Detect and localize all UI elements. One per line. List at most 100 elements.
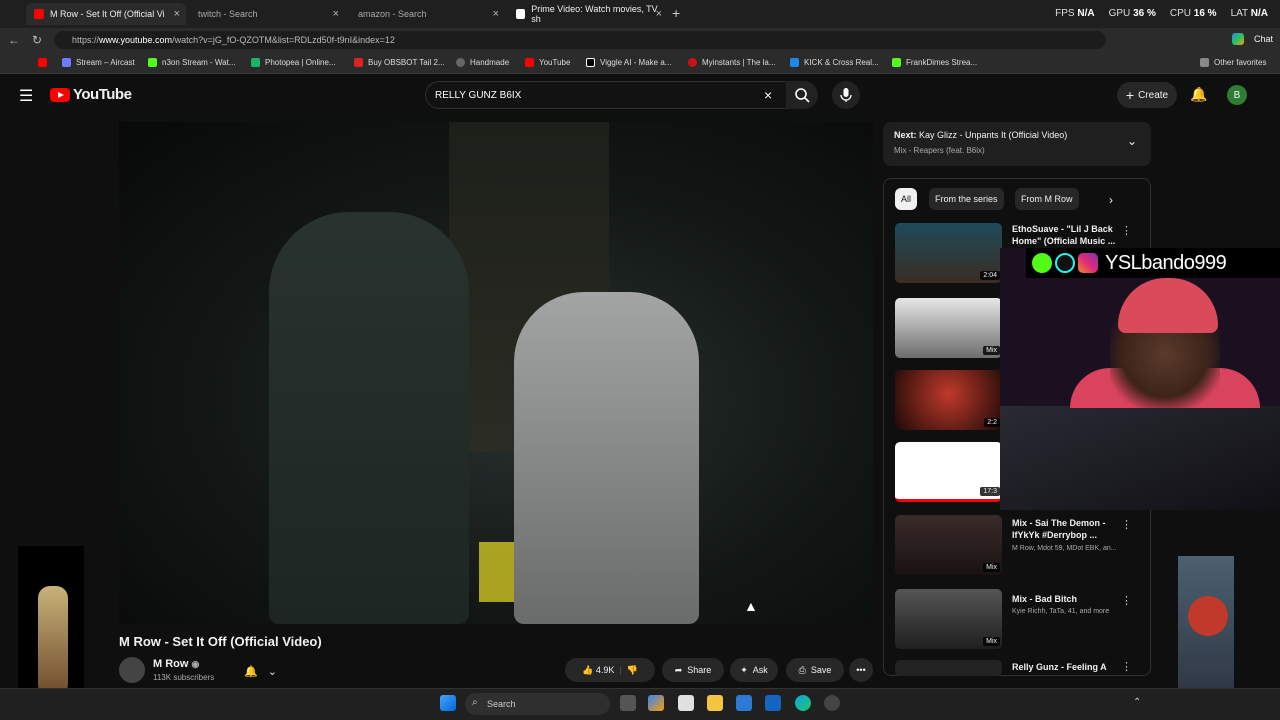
- close-icon[interactable]: ×: [333, 8, 339, 20]
- chip-from-series[interactable]: From the series: [929, 188, 1004, 210]
- search-button[interactable]: [786, 81, 818, 109]
- chevron-down-icon[interactable]: ⌄: [1127, 134, 1137, 148]
- copilot-taskbar-icon[interactable]: [648, 695, 664, 711]
- instagram-icon: [1078, 253, 1098, 273]
- more-vert-icon[interactable]: ⋮: [1121, 660, 1132, 673]
- share-icon: ➦: [674, 664, 683, 675]
- tab-twitch[interactable]: twitch - Search ×: [190, 3, 345, 25]
- video-thumbnail[interactable]: Mix: [895, 589, 1002, 649]
- chevron-up-icon[interactable]: ⌃: [1133, 697, 1141, 708]
- video-thumbnail[interactable]: 2:04: [895, 223, 1002, 283]
- youtube-logo[interactable]: YouTube: [50, 86, 132, 103]
- close-icon[interactable]: ×: [174, 8, 180, 20]
- url-path: /watch?v=jG_fO-QZOTM&list=RDLzd50f-t9nI&…: [172, 35, 395, 45]
- dislike-icon[interactable]: 👎: [627, 665, 638, 676]
- ask-button[interactable]: ✦ Ask: [730, 658, 778, 682]
- new-tab-icon[interactable]: +: [672, 5, 680, 21]
- refresh-icon[interactable]: ↻: [32, 33, 42, 47]
- channel-name[interactable]: M Row ◉: [153, 658, 199, 670]
- bell-icon: 🔔: [244, 665, 258, 678]
- list-item-subtitle: M Row, Mdot 59, MDot EBK, an...: [1012, 545, 1117, 552]
- list-item-title[interactable]: Mix - Bad Bitch: [1012, 593, 1117, 605]
- voice-search-button[interactable]: [832, 81, 860, 109]
- like-button[interactable]: 👍 4.9K: [582, 665, 614, 676]
- tab-youtube[interactable]: M Row - Set It Off (Official Vi ×: [26, 3, 186, 25]
- bookmark-youtube-icon[interactable]: [38, 58, 47, 67]
- webcam-overlay: YSLbando999: [1000, 248, 1280, 510]
- url-prefix: https://: [72, 35, 100, 45]
- file-explorer-icon[interactable]: [707, 695, 723, 711]
- chip-all[interactable]: All: [895, 188, 918, 210]
- bookmark-item[interactable]: Buy OBSBOT Tail 2...: [354, 58, 445, 67]
- store-icon[interactable]: [678, 695, 694, 711]
- bookmark-item[interactable]: Viggle AI - Make a...: [586, 58, 671, 67]
- bookmark-item[interactable]: Stream – Aircast: [62, 58, 135, 67]
- bookmark-item[interactable]: n3on Stream - Wat...: [148, 58, 236, 67]
- chip-from-channel[interactable]: From M Row: [1015, 188, 1079, 210]
- more-icon: •••: [856, 665, 866, 675]
- keyboard-area: [1000, 406, 1280, 510]
- task-view-icon[interactable]: [620, 695, 636, 711]
- bookmark-item[interactable]: Myinstants | The la...: [688, 58, 776, 67]
- save-button[interactable]: ⎙ Save: [786, 658, 844, 682]
- prime-favicon-icon: [516, 9, 526, 19]
- copilot-icon[interactable]: [1232, 33, 1244, 45]
- bookmark-item[interactable]: Handmade: [456, 58, 509, 67]
- mail-icon[interactable]: [765, 695, 781, 711]
- streamer-handle: YSLbando999: [1105, 251, 1227, 274]
- obs-icon[interactable]: [824, 695, 840, 711]
- create-button[interactable]: + Create: [1117, 82, 1177, 108]
- video-thumbnail[interactable]: Mix: [895, 298, 1002, 358]
- video-thumbnail[interactable]: 2:2: [895, 370, 1002, 430]
- search-icon: [795, 88, 810, 103]
- next-up-subtitle: Mix - Reapers (feat. B6ix): [894, 146, 985, 155]
- share-button[interactable]: ➦ Share: [662, 658, 724, 682]
- bookmark-item[interactable]: Photopea | Online...: [251, 58, 336, 67]
- close-icon[interactable]: ×: [656, 8, 662, 20]
- list-item-title[interactable]: Mix - Sai The Demon - IfYkYk #Derrybop .…: [1012, 517, 1117, 541]
- address-bar[interactable]: https://www.youtube.com/watch?v=jG_fO-QZ…: [54, 31, 1106, 49]
- bookmark-other-favorites[interactable]: Other favorites: [1200, 58, 1266, 67]
- windows-start-icon[interactable]: [440, 695, 456, 711]
- video-frame-detail: [479, 542, 519, 602]
- next-up-panel[interactable]: Next: Kay Glizz - Unpants It (Official V…: [883, 122, 1151, 166]
- video-thumbnail[interactable]: Mix: [895, 515, 1002, 575]
- subscription-bell-button[interactable]: 🔔 ⌄: [238, 659, 282, 683]
- mouse-cursor-icon: ▲: [744, 598, 758, 614]
- video-player[interactable]: [119, 122, 873, 624]
- bookmark-item[interactable]: KICK & Cross Real...: [790, 58, 879, 67]
- more-vert-icon[interactable]: ⋮: [1121, 594, 1132, 607]
- tab-label: Prime Video: Watch movies, TV sh: [531, 4, 658, 24]
- clear-search-icon[interactable]: ×: [764, 87, 772, 103]
- more-vert-icon[interactable]: ⋮: [1121, 224, 1132, 237]
- list-item-title[interactable]: EthoSuave - "Lil J Back Home" (Official …: [1012, 223, 1117, 247]
- chevron-down-icon: ⌄: [267, 665, 277, 678]
- edge-icon[interactable]: [795, 695, 811, 711]
- chevron-right-icon[interactable]: ›: [1109, 193, 1113, 207]
- more-actions-button[interactable]: •••: [849, 658, 873, 682]
- video-title: M Row - Set It Off (Official Video): [119, 634, 322, 649]
- tab-prime-video[interactable]: Prime Video: Watch movies, TV sh ×: [508, 3, 668, 25]
- bookmark-item[interactable]: YouTube: [525, 58, 570, 67]
- taskbar-search[interactable]: ⌕ Search: [465, 693, 610, 715]
- taskbar-search-label: Search: [487, 699, 516, 709]
- close-icon[interactable]: ×: [493, 8, 499, 20]
- back-icon[interactable]: ←: [8, 33, 20, 47]
- more-vert-icon[interactable]: ⋮: [1121, 518, 1132, 531]
- channel-avatar[interactable]: [119, 657, 145, 683]
- search-value: RELLY GUNZ B6IX: [435, 89, 522, 101]
- list-item-title[interactable]: Relly Gunz - Feeling A: [1012, 661, 1117, 673]
- like-dislike-group: 👍 4.9K | 👎: [565, 658, 655, 682]
- bookmark-item[interactable]: FrankDimes Strea...: [892, 58, 977, 67]
- verified-icon: ◉: [191, 659, 200, 669]
- notifications-bell-icon[interactable]: 🔔: [1190, 86, 1207, 103]
- video-thumbnail[interactable]: [895, 660, 1002, 676]
- account-avatar[interactable]: B: [1227, 85, 1247, 105]
- chat-button[interactable]: Chat: [1254, 34, 1273, 44]
- video-thumbnail[interactable]: 17:3: [895, 442, 1002, 502]
- app-icon[interactable]: [736, 695, 752, 711]
- subscriber-count: 113K subscribers: [153, 673, 215, 682]
- search-input[interactable]: RELLY GUNZ B6IX ×: [425, 81, 787, 109]
- menu-icon[interactable]: ☰: [19, 86, 33, 106]
- tab-amazon[interactable]: amazon - Search ×: [350, 3, 505, 25]
